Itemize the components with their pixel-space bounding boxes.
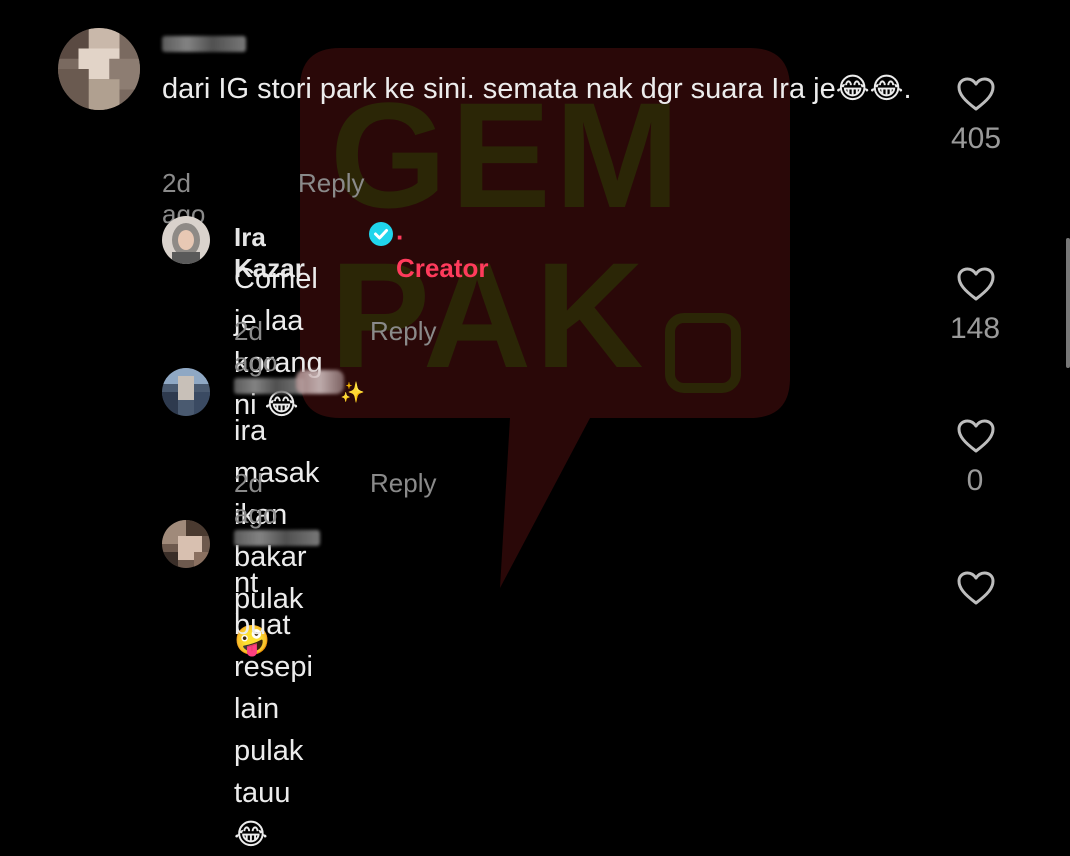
avatar[interactable] [162,216,210,264]
verified-badge-icon [369,222,393,246]
heart-icon[interactable] [956,418,996,454]
like-count: 405 [950,122,1002,155]
username-emoji-blurred [296,370,344,394]
creator-badge: · Creator [396,222,489,283]
sparkle-icon: ✨ [340,380,365,404]
like-count: 0 [966,464,984,497]
comment-time: 2d ago [234,468,278,529]
heart-icon[interactable] [956,570,996,606]
comment-text: dari IG stori park ke sini. semata nak d… [162,73,912,105]
reply-button[interactable]: Reply [370,468,436,499]
watermark-text-line2: PAK [330,231,648,399]
reply-button[interactable]: Reply [370,316,436,347]
comment-text: nt buat resepi lain pulak tauu😂 [234,567,313,851]
like-count: 148 [949,312,1001,345]
username-blurred[interactable] [234,378,304,394]
reply-button[interactable]: Reply [298,168,364,199]
avatar[interactable] [162,368,210,416]
scrollbar[interactable] [1066,238,1070,368]
heart-icon[interactable] [956,266,996,302]
comment-time: 2d ago [234,316,278,377]
username-blurred[interactable] [162,36,246,52]
heart-icon[interactable] [956,76,996,112]
avatar[interactable] [162,520,210,568]
username-blurred[interactable] [234,530,320,546]
avatar[interactable] [58,28,140,110]
